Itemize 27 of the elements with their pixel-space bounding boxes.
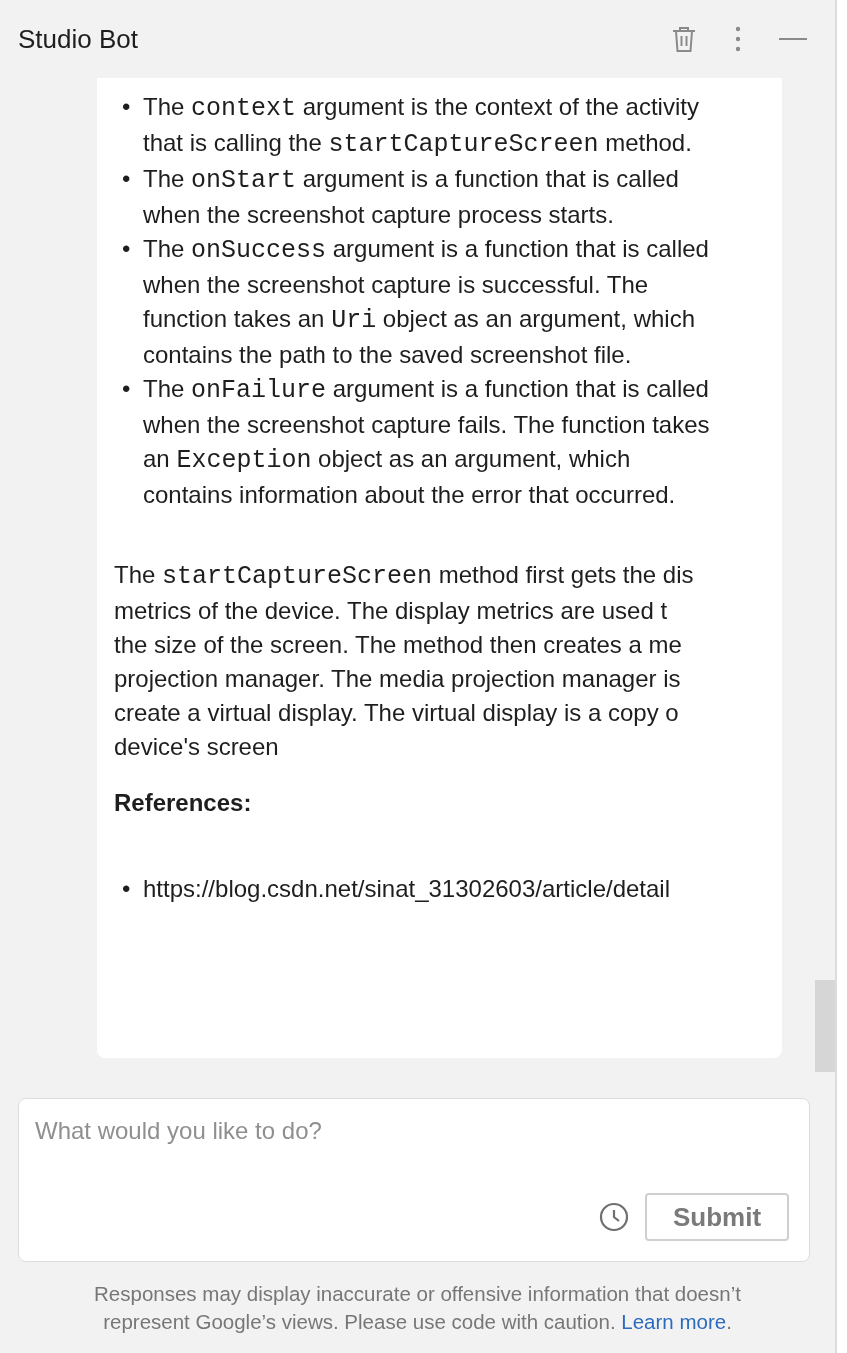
submit-button[interactable]: Submit — [645, 1193, 789, 1241]
bullet-marker: • — [122, 234, 132, 264]
references-heading: References: — [114, 788, 253, 818]
paragraph-line: The startCaptureScreen method first gets the dis — [114, 560, 695, 593]
bullet-marker: • — [122, 164, 132, 194]
scrollbar-thumb[interactable] — [815, 980, 835, 1072]
paragraph-line: metrics of the device. The display metrics are used t — [114, 596, 669, 626]
list-item-text: The onFailure argument is a function that is called when the screenshot capture fails. The function takes an Exception object as an argument, which contains information about the error that occurred. — [143, 374, 711, 510]
minimize-icon[interactable] — [779, 37, 807, 41]
history-clock-icon[interactable] — [599, 1202, 629, 1232]
bullet-marker: • — [122, 874, 132, 904]
list-item-text: The onSuccess argument is a function that is called when the screenshot capture is successful. The function takes an Uri object as an argument, which contains the path to the saved screenshot file. — [143, 234, 710, 370]
reference-url[interactable]: https://blog.csdn.net/sinat_31302603/article/detail — [143, 872, 671, 906]
list-item-text: The context argument is the context of the activity that is calling the startCaptureScreen method. — [143, 92, 700, 161]
list-item-text: The onStart argument is a function that is called when the screenshot capture process starts. — [143, 164, 680, 230]
disclaimer-text: Responses may display inaccurate or offensive information that doesn’t represent Google’s views. Please use code with caution. Learn more. — [94, 1282, 741, 1333]
more-options-icon[interactable] — [735, 26, 741, 52]
trash-icon[interactable] — [671, 25, 697, 53]
learn-more-link[interactable]: Learn more — [621, 1310, 727, 1333]
paragraph-line: create a virtual display. The virtual display is a copy o — [114, 698, 680, 728]
paragraph-line: projection manager. The media projection manager is — [114, 664, 682, 694]
prompt-input[interactable]: What would you like to do? Submit — [18, 1098, 810, 1262]
paragraph-line: device's screen — [114, 732, 280, 762]
paragraph-line: the size of the screen. The method then creates a me — [114, 630, 683, 660]
bullet-marker: • — [122, 374, 132, 404]
panel-title: Studio Bot — [18, 23, 138, 55]
bullet-marker: • — [122, 92, 132, 122]
